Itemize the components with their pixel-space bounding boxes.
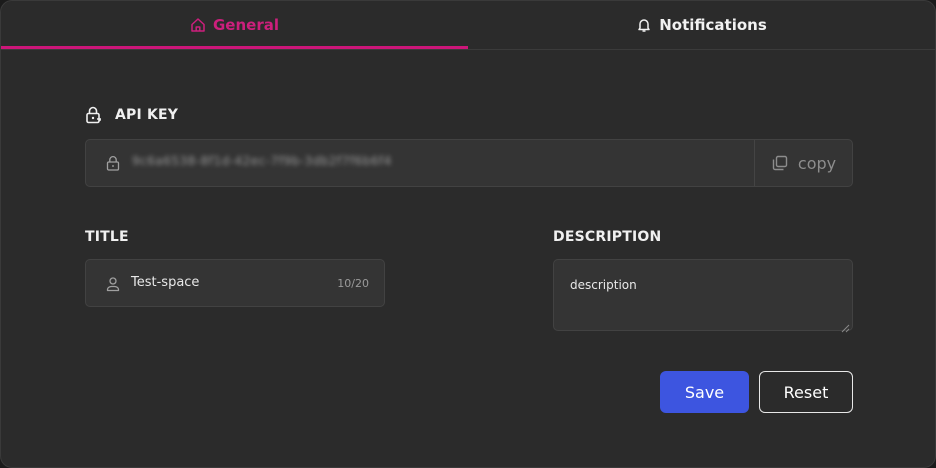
settings-panel: General Notifications API KEY 9c6a6538-8…	[0, 0, 936, 468]
api-key-label: API KEY	[115, 107, 179, 123]
title-value[interactable]: Test-space	[131, 275, 311, 290]
tab-notifications[interactable]: Notifications	[468, 1, 935, 49]
lock-icon	[84, 105, 104, 125]
api-key-field: 9c6a6538-8f1d-42ec-7f9b-3db2f7f6b6f4 cop…	[85, 139, 853, 187]
api-key-value: 9c6a6538-8f1d-42ec-7f9b-3db2f7f6b6f4	[132, 154, 392, 168]
user-icon	[106, 276, 120, 292]
description-value[interactable]: description	[570, 278, 637, 292]
tab-general-label: General	[213, 16, 279, 34]
resize-handle-icon[interactable]	[840, 318, 850, 333]
tab-general[interactable]: General	[1, 1, 468, 49]
tab-bar: General Notifications	[1, 1, 935, 50]
bell-icon	[636, 17, 652, 33]
reset-button[interactable]: Reset	[759, 371, 853, 413]
save-button[interactable]: Save	[660, 371, 749, 413]
copy-icon	[771, 154, 789, 172]
description-textarea[interactable]: description	[553, 259, 853, 333]
copy-button[interactable]: copy	[754, 140, 852, 186]
title-field[interactable]: Test-space 10/20	[85, 259, 385, 307]
home-icon	[190, 17, 206, 33]
title-label: TITLE	[85, 229, 129, 245]
description-label: DESCRIPTION	[553, 229, 662, 245]
tab-notifications-label: Notifications	[659, 16, 767, 34]
copy-label: copy	[797, 153, 837, 173]
lock-icon	[106, 155, 120, 171]
active-tab-indicator	[1, 46, 468, 49]
character-counter: 10/20	[337, 277, 369, 290]
